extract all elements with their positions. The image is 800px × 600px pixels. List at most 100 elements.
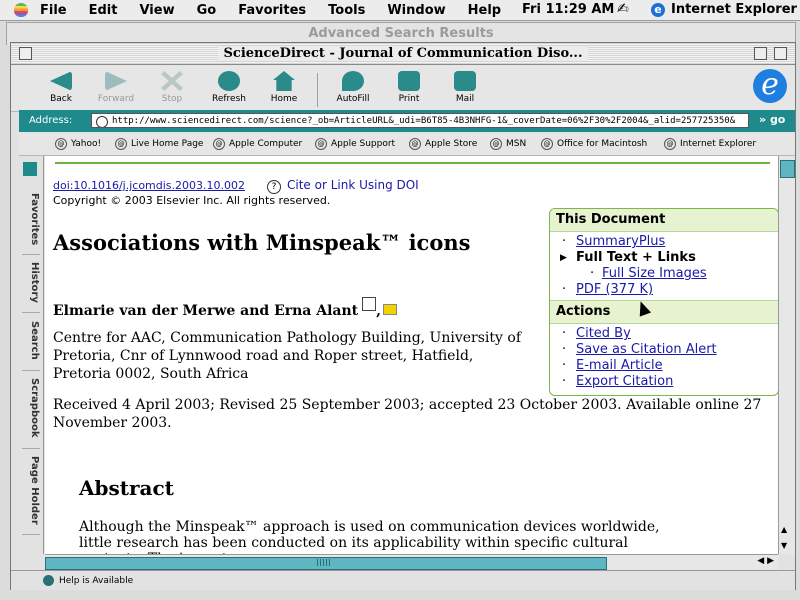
mail-button[interactable]: Mail (437, 69, 493, 104)
favorite-apple-computer[interactable]: @ Apple Computer (213, 138, 302, 150)
scroll-down-icon[interactable]: ▼ (781, 541, 787, 550)
refresh-button[interactable]: Refresh (201, 69, 257, 104)
favorite-yahoo[interactable]: @ Yahoo! (55, 138, 101, 150)
menu-file[interactable]: File (40, 3, 67, 18)
collapse-box-icon[interactable] (774, 47, 787, 60)
cite-doi-link[interactable]: ? Cite or Link Using DOI (267, 178, 419, 194)
list-item: PDF (377 K) (560, 282, 778, 298)
tab-search[interactable]: Search (22, 310, 40, 371)
article-title: Associations with Minspeak™ icons (53, 230, 471, 255)
go-button[interactable]: » go (759, 113, 785, 126)
autofill-button[interactable]: AutoFill (325, 69, 381, 104)
scroll-grip-icon (317, 559, 331, 566)
scroll-up-icon[interactable]: ▲ (781, 525, 787, 534)
address-field[interactable]: http://www.sciencedirect.com/science?_ob… (91, 113, 749, 128)
full-text-current: Full Text + Links (576, 250, 696, 265)
menu-bar: File Edit View Go Favorites Tools Window… (0, 0, 800, 21)
window-title: ScienceDirect - Journal of Communication… (217, 46, 589, 61)
abstract-text: Although the Minspeak™ approach is used … (79, 519, 660, 554)
copyright-text: Copyright © 2003 Elsevier Inc. All right… (53, 194, 331, 207)
vertical-scrollbar[interactable]: ▲ ▼ (778, 156, 795, 554)
tab-scrapbook[interactable]: Scrapbook (22, 368, 40, 449)
article-authors: Elmarie van der Merwe and Erna Alant, (53, 297, 398, 319)
stop-icon (161, 71, 183, 91)
favorite-internet-explorer[interactable]: @ Internet Explorer (664, 138, 756, 150)
pdf-link[interactable]: PDF (377 K) (576, 282, 653, 297)
doi-link[interactable]: doi:10.1016/j.jcomdis.2003.10.002 (53, 179, 245, 192)
menu-clock[interactable]: Fri 11:29 AM (522, 2, 614, 17)
stop-button[interactable]: Stop (144, 69, 200, 104)
menu-edit[interactable]: Edit (89, 3, 118, 18)
horizontal-scroll-arrows[interactable]: ◀ ▶ (757, 556, 774, 566)
this-document-heading: This Document (550, 209, 778, 232)
ie-helper-icon[interactable]: ✍ (617, 1, 629, 17)
favorite-link-icon: @ (541, 138, 553, 150)
apple-menu-icon[interactable] (14, 3, 28, 17)
address-bar: Address: http://www.sciencedirect.com/sc… (19, 110, 795, 132)
toolbar-separator (317, 73, 318, 107)
list-item: Full Size Images (560, 266, 778, 282)
autofill-icon (342, 71, 364, 91)
cited-by-link[interactable]: Cited By (576, 326, 631, 341)
explorer-bar-tabs: Favorites History Search Scrapbook Page … (19, 156, 44, 554)
favorite-link-icon: @ (490, 138, 502, 150)
tab-favorites[interactable]: Favorites (22, 184, 40, 255)
back-button[interactable]: Back (33, 69, 89, 104)
abstract-heading: Abstract (79, 476, 174, 500)
menu-tools[interactable]: Tools (328, 3, 365, 18)
tab-page-holder[interactable]: Page Holder (22, 446, 40, 535)
browser-window: ScienceDirect - Journal of Communication… (10, 42, 796, 590)
export-citation-link[interactable]: Export Citation (576, 374, 673, 389)
page-content: doi:10.1016/j.jcomdis.2003.10.002 ? Cite … (45, 156, 778, 554)
favorites-bar: @ Yahoo! @ Live Home Page @ Apple Computer … (19, 133, 795, 156)
list-item: Cited By (560, 326, 778, 342)
page-proxy-icon[interactable] (96, 116, 108, 127)
full-size-images-link[interactable]: Full Size Images (602, 266, 707, 281)
forward-button[interactable]: Forward (88, 69, 144, 104)
save-citation-alert-link[interactable]: Save as Citation Alert (576, 342, 717, 357)
email-envelope-icon[interactable] (383, 304, 398, 315)
explorer-bar-toggle-icon[interactable] (23, 162, 37, 176)
back-arrow-icon (50, 71, 72, 91)
home-button[interactable]: Home (256, 69, 312, 104)
ie-app-icon: e (651, 2, 665, 17)
vertical-scroll-thumb[interactable] (780, 160, 795, 178)
address-label: Address: (29, 115, 73, 126)
status-bar: Help is Available (11, 570, 795, 590)
author-affiliation: Centre for AAC, Communication Pathology … (53, 330, 521, 382)
menu-help[interactable]: Help (468, 3, 501, 18)
application-name: Internet Explorer (671, 2, 797, 17)
favorite-link-icon: @ (664, 138, 676, 150)
window-title-bar[interactable]: ScienceDirect - Journal of Communication… (11, 43, 795, 65)
menu-window[interactable]: Window (387, 3, 445, 18)
favorite-link-icon: @ (115, 138, 127, 150)
favorite-msn[interactable]: @ MSN (490, 138, 526, 150)
status-text: Help is Available (59, 576, 134, 586)
list-item: Export Citation (560, 374, 778, 390)
header-rule (55, 162, 770, 164)
browser-toolbar: Back Forward Stop Refresh Home AutoFill … (11, 65, 795, 112)
menu-favorites[interactable]: Favorites (238, 3, 306, 18)
printer-icon (398, 71, 420, 91)
favorite-apple-store[interactable]: @ Apple Store (409, 138, 477, 150)
horizontal-scrollbar[interactable]: ◀ ▶ (45, 554, 778, 570)
favorite-office-for-macintosh[interactable]: @ Office for Macintosh (541, 138, 647, 150)
favorite-live-home-page[interactable]: @ Live Home Page (115, 138, 203, 150)
this-document-panel: This Document SummaryPlus Full Text + Li… (549, 208, 778, 396)
list-item: E-mail Article (560, 358, 778, 374)
home-icon (273, 71, 295, 91)
zoom-box-icon[interactable] (754, 47, 767, 60)
help-question-icon: ? (267, 180, 281, 194)
application-menu[interactable]: e Internet Explorer (651, 2, 797, 17)
favorite-link-icon: @ (213, 138, 225, 150)
corresponding-author-icon[interactable] (362, 297, 377, 311)
article-history: Received 4 April 2003; Revised 25 Septem… (53, 397, 762, 431)
email-article-link[interactable]: E-mail Article (576, 358, 663, 373)
favorite-apple-support[interactable]: @ Apple Support (315, 138, 395, 150)
print-button[interactable]: Print (381, 69, 437, 104)
menu-go[interactable]: Go (197, 3, 217, 18)
summaryplus-link[interactable]: SummaryPlus (576, 234, 665, 249)
tab-history[interactable]: History (22, 252, 40, 313)
menu-view[interactable]: View (139, 3, 174, 18)
refresh-icon (218, 71, 240, 91)
